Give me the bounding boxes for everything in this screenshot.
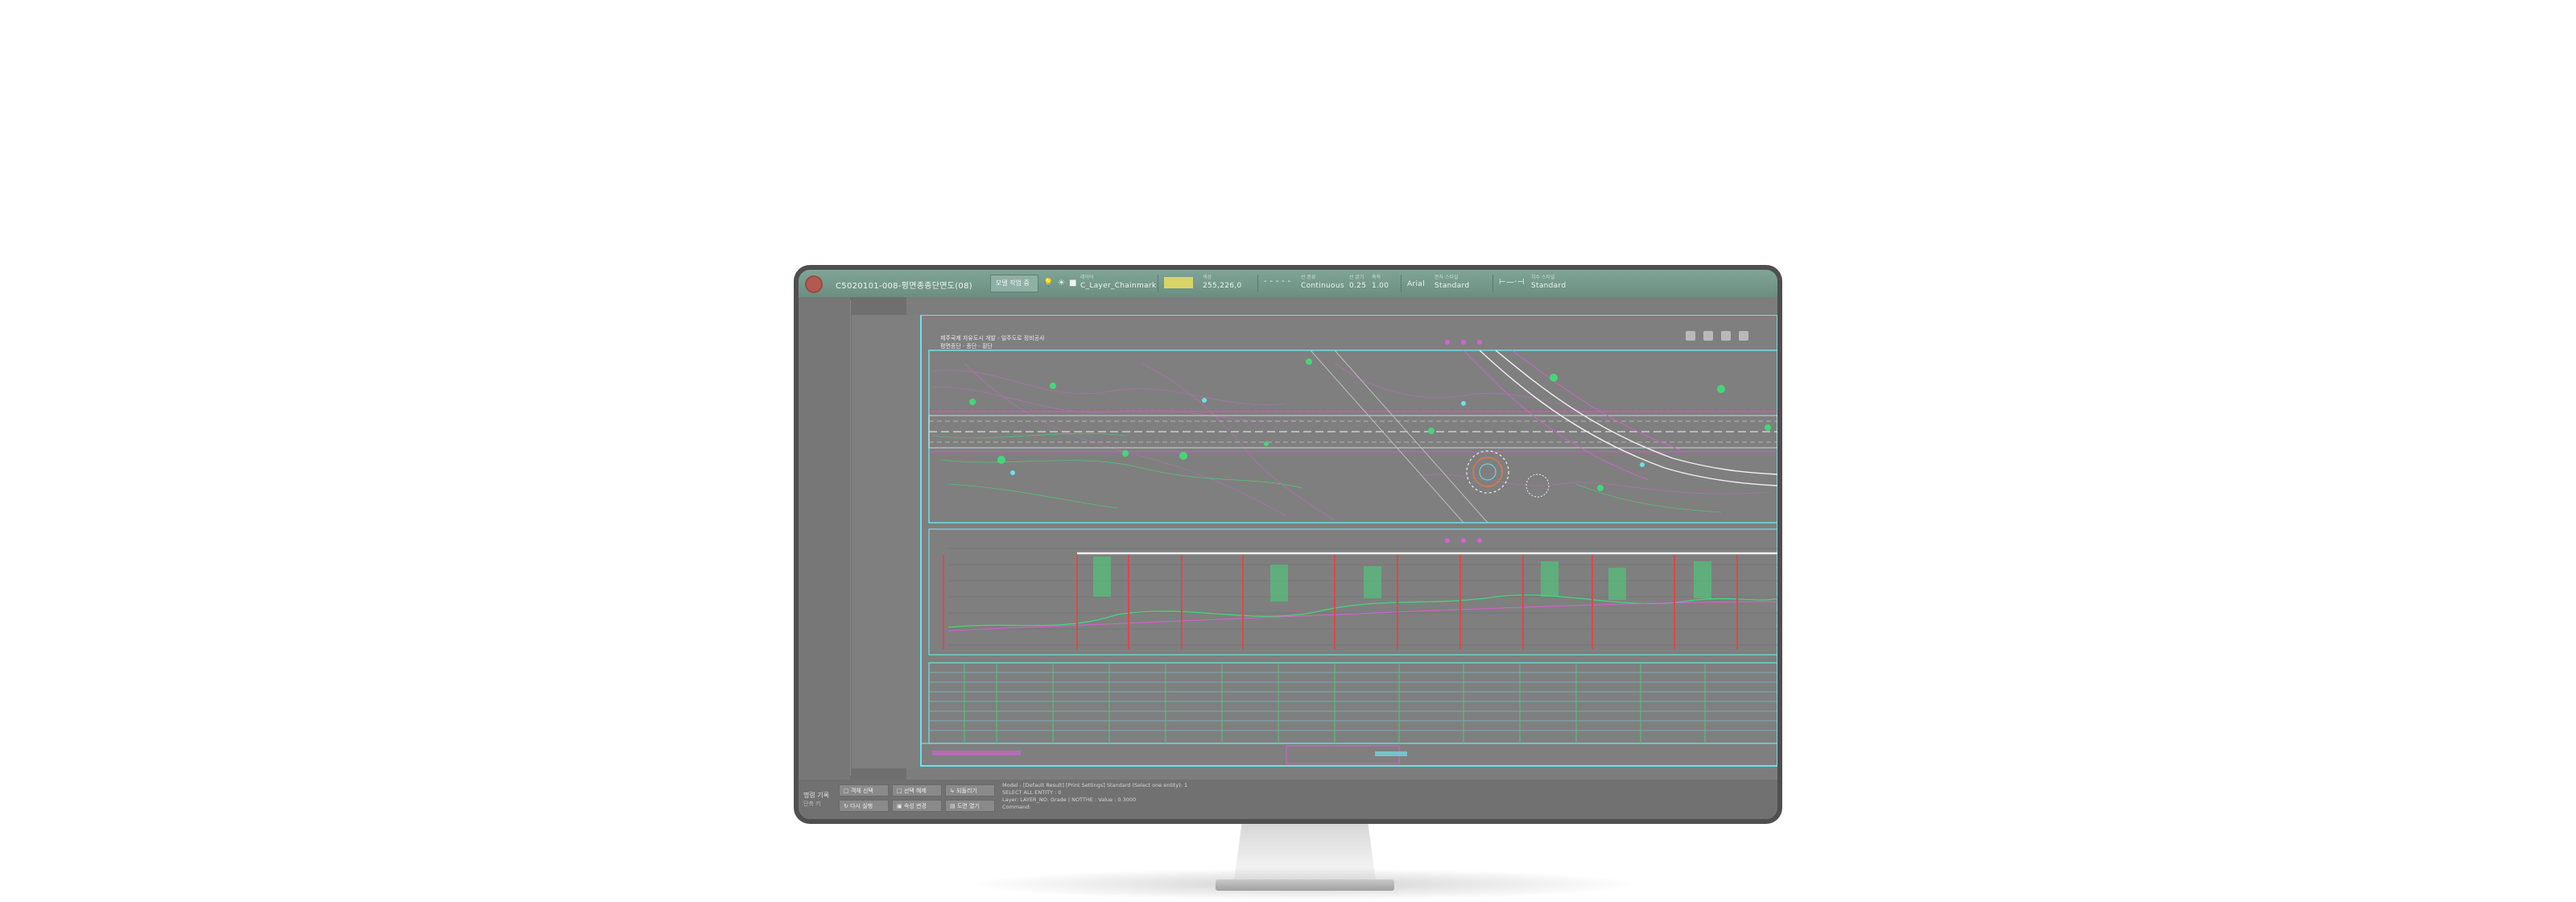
layer-select[interactable]: C_Layer_Chainmark: [1080, 282, 1156, 290]
properties-button[interactable]: ▣ 속성 변경: [892, 800, 942, 812]
survey-markers: [1010, 398, 1645, 475]
dimstyle-select[interactable]: Standard: [1531, 282, 1566, 290]
data-table-frame: [928, 662, 1777, 744]
property-toolbar: C5020101-008-평면종종단면도(08) 모델 작업 중 💡 ☀ ■ 레…: [799, 270, 1777, 297]
command-bar: 명령 기록 단축 키 □ 객체 선택 □ 선택 해제 ↳ 되돌리기 ↻ 다시 실…: [799, 780, 1777, 819]
linetype-dash-icon: - - - - -: [1264, 277, 1291, 286]
model-tab-label: 모델 작업 중: [996, 279, 1030, 287]
table-rows: [929, 672, 1777, 731]
lineweight-select[interactable]: 0.25: [1349, 282, 1366, 290]
monitor-stand-neck: [1233, 823, 1377, 886]
tree-symbols: [969, 358, 1771, 491]
monitor-screen: C5020101-008-평면종종단면도(08) 모델 작업 중 💡 ☀ ■ 레…: [799, 270, 1777, 819]
toolbar-divider: [1492, 275, 1493, 292]
toolbar-divider: [1401, 275, 1402, 292]
interchange-ring: [1466, 450, 1550, 498]
command-line-1: Model - [Default Result] [Print Settings…: [1002, 782, 1188, 788]
lightbulb-icon[interactable]: 💡: [1043, 279, 1054, 288]
settings-icon[interactable]: [1739, 331, 1748, 341]
profile-annotations: [1093, 557, 1711, 602]
design-grade-line: [947, 601, 1777, 631]
toolbar-divider: [1257, 275, 1258, 292]
layout-icon[interactable]: [1703, 331, 1713, 341]
scale-select[interactable]: 1.00: [1372, 282, 1389, 290]
cad-drawing[interactable]: [852, 315, 1777, 768]
sheet-border: [920, 315, 1777, 767]
command-label-line-2: 단축 키: [803, 801, 821, 807]
contour-lines: [931, 362, 1770, 521]
model-tab[interactable]: 모델 작업 중: [990, 275, 1038, 292]
command-history-label: 명령 기록 단축 키: [803, 791, 829, 809]
sheet-title-line-2: 평면종단 · 종단 · 횡단: [940, 343, 993, 350]
table-columns: [964, 663, 1706, 743]
chainage-marks: [1445, 340, 1482, 543]
scale-caption: 축척: [1372, 275, 1381, 280]
sun-icon[interactable]: ☀: [1058, 279, 1065, 288]
select-object-button[interactable]: □ 객체 선택: [839, 784, 889, 796]
ground-profile: [947, 594, 1777, 628]
redo-button[interactable]: ↻ 다시 실행: [839, 800, 889, 812]
print-icon[interactable]: [1686, 331, 1695, 341]
road-centerline-band: [928, 409, 1777, 453]
profile-view-frame: [928, 528, 1777, 656]
diagonal-road: [1310, 350, 1488, 523]
vegetation-lines: [931, 432, 1722, 513]
profile-grid: [948, 548, 1777, 646]
dimension-icon: ⊢—·⊣: [1499, 278, 1525, 287]
textstyle-caption: 문자 스타일: [1435, 275, 1459, 280]
command-line-3: Layer: LAYER_NO: Grade | NOTTHE : Value …: [1002, 796, 1137, 803]
lock-icon[interactable]: ■: [1069, 279, 1077, 288]
sheet-title-line-1: 제주국제 자유도시 개발 - 일주도로 정비공사: [940, 335, 1045, 341]
dimstyle-caption: 치수 스타일: [1531, 275, 1555, 280]
textstyle-select[interactable]: Standard: [1435, 282, 1469, 290]
color-caption: 색상: [1203, 275, 1212, 280]
left-tool-panel: [799, 297, 850, 780]
open-drawing-button[interactable]: ▤ 도면 열기: [945, 800, 995, 812]
lineweight-caption: 선 굵기: [1349, 275, 1364, 280]
color-value[interactable]: 255,226,0: [1203, 282, 1242, 290]
side-road-curve: [1463, 350, 1777, 486]
title-block-marks: [932, 745, 1407, 764]
monitor-stand-base: [1216, 879, 1394, 891]
command-output[interactable]: Model - [Default Result] [Print Settings…: [1002, 782, 1187, 811]
drawing-canvas[interactable]: 제주국제 자유도시 개발 - 일주도로 정비공사 평면종단 · 종단 · 횡단: [852, 315, 1777, 768]
command-line-4: Command:: [1002, 804, 1031, 810]
app-logo-icon[interactable]: [805, 275, 823, 293]
deselect-button[interactable]: □ 선택 해제: [892, 784, 942, 796]
file-name-label: C5020101-008-평면종종단면도(08): [836, 282, 972, 291]
command-label-line-1: 명령 기록: [803, 792, 829, 799]
linetype-caption: 선 종류: [1301, 275, 1316, 280]
export-icon[interactable]: [1721, 331, 1731, 341]
undo-button[interactable]: ↳ 되돌리기: [945, 784, 995, 796]
vertical-ruler: [850, 300, 851, 776]
title-block: [920, 743, 1777, 767]
sheet-title: 제주국제 자유도시 개발 - 일주도로 정비공사 평면종단 · 종단 · 횡단: [940, 334, 1045, 350]
command-line-2: SELECT ALL ENTITY : 0: [1002, 789, 1062, 796]
plan-view-frame: [928, 350, 1777, 523]
font-select[interactable]: Arial: [1407, 280, 1425, 288]
linetype-select[interactable]: Continuous: [1301, 282, 1344, 290]
color-swatch[interactable]: [1164, 277, 1193, 288]
layer-caption: 레이어: [1080, 275, 1094, 280]
